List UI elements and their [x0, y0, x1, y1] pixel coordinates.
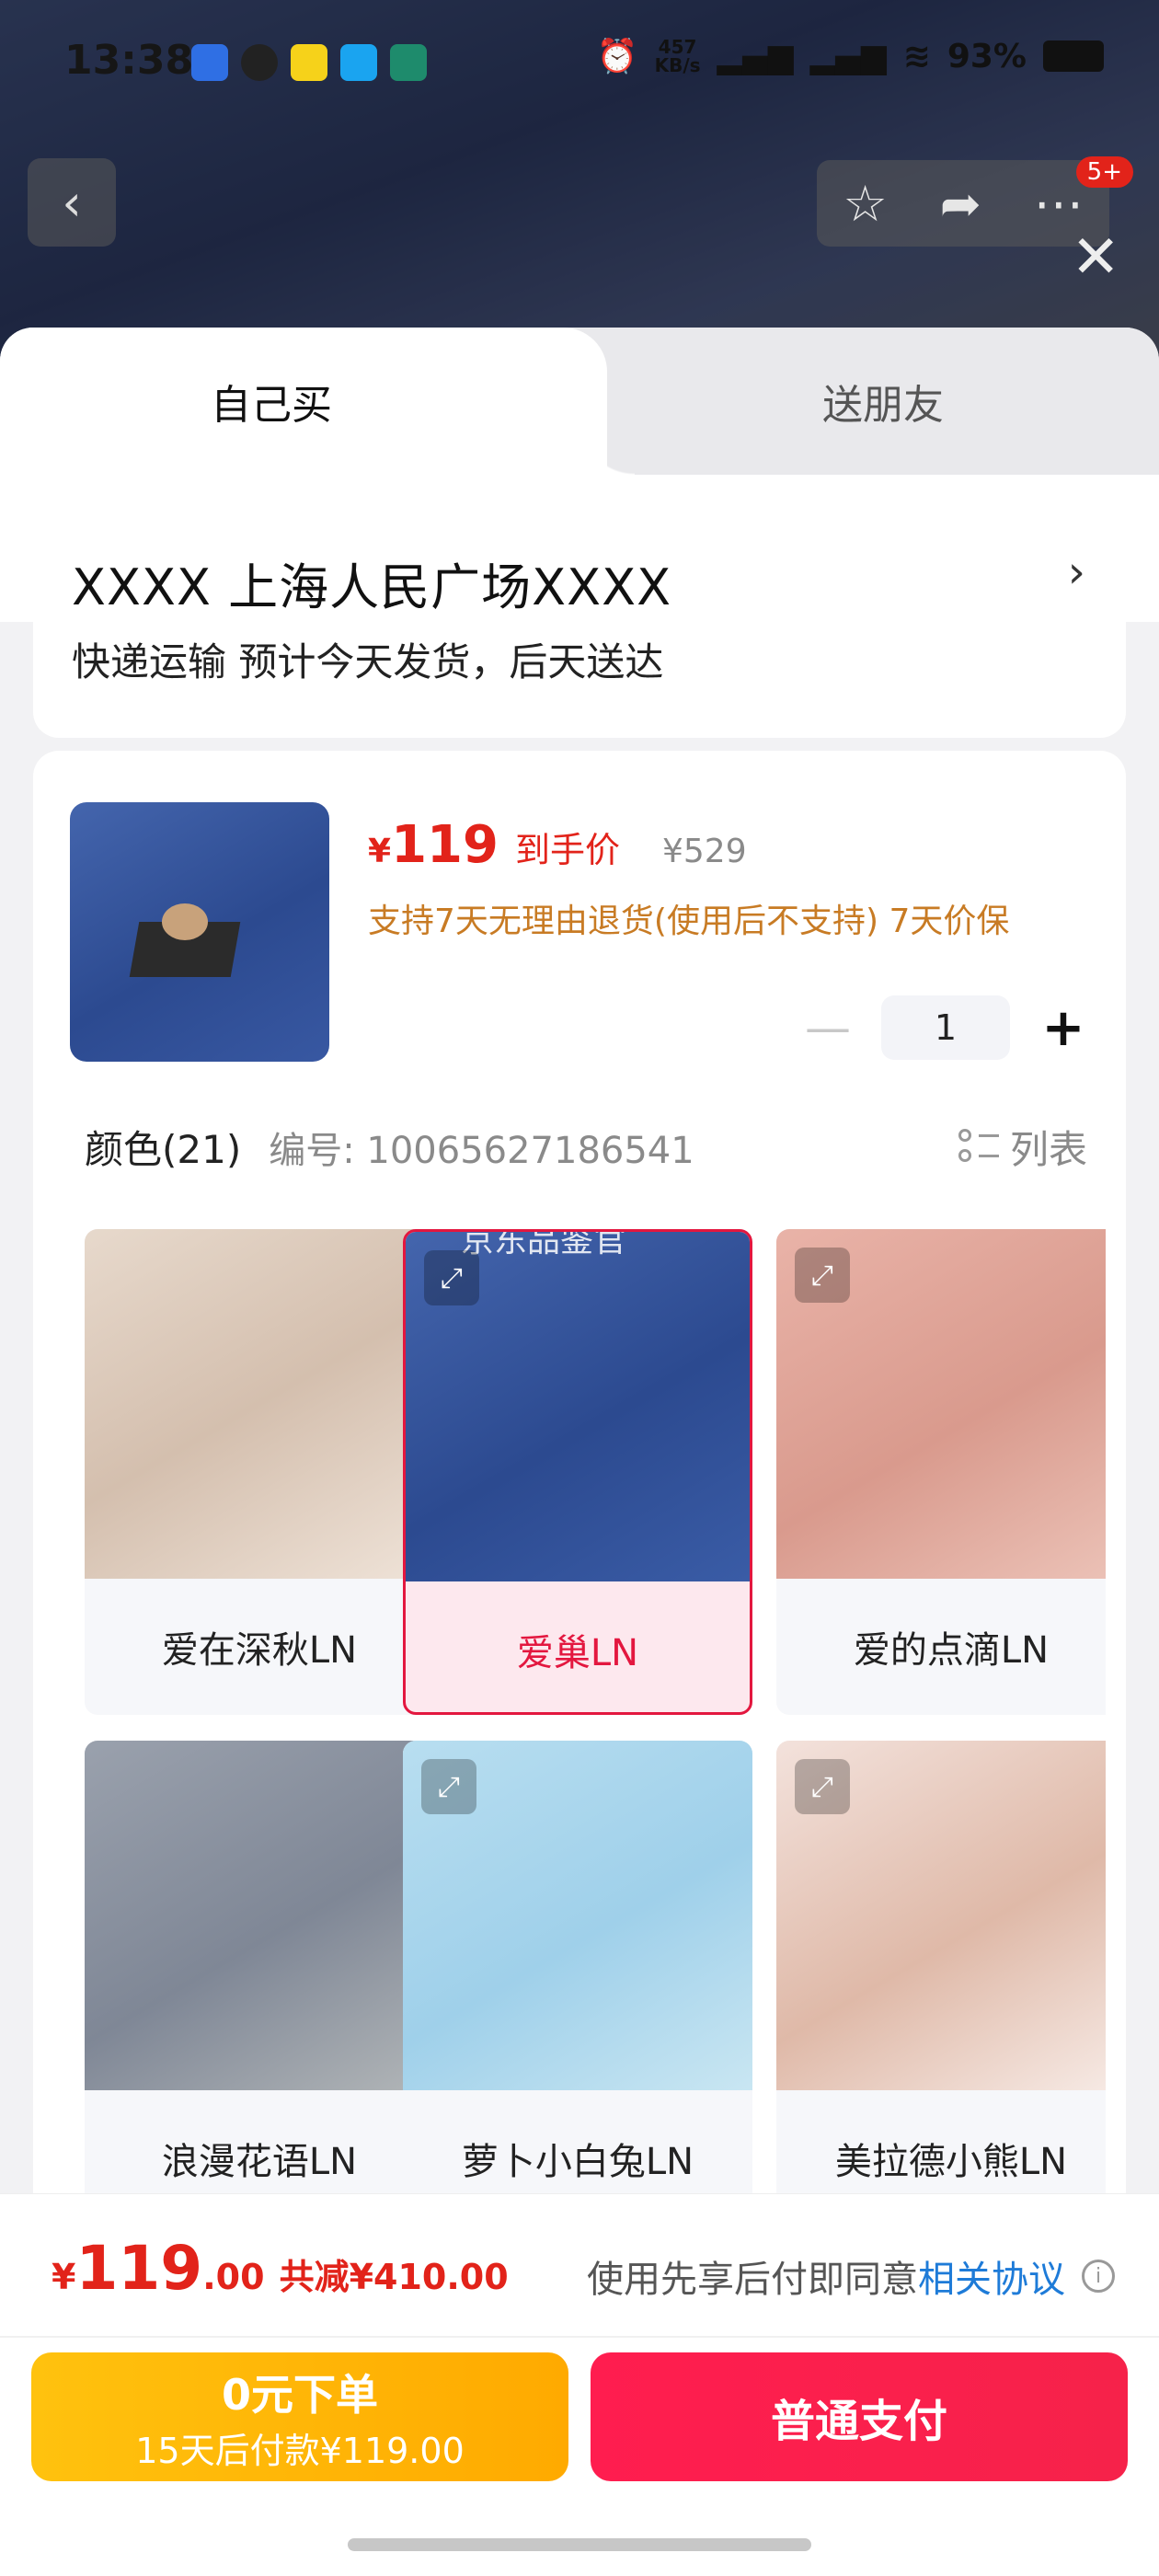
- expand-icon[interactable]: ⤢: [795, 1248, 850, 1303]
- final-price: 119: [391, 815, 499, 875]
- home-indicator[interactable]: [348, 2538, 811, 2551]
- battery-percent: 93%: [947, 37, 1027, 75]
- variant-tile-selected[interactable]: 京东品鉴官 ⤢ 爱巢LN: [403, 1229, 752, 1715]
- purchase-tabs: 自己买 送朋友: [0, 328, 1159, 475]
- variant-image: [85, 1229, 434, 1579]
- header-actions: ☆ ➦ ⋯: [817, 160, 1109, 247]
- tab-gift-to-friend[interactable]: 送朋友: [607, 328, 1159, 475]
- delivery-estimate: 快递运输 预计今天发货，后天送达: [72, 639, 664, 684]
- app-notification-icon: [390, 44, 427, 81]
- notification-icons: [191, 44, 427, 81]
- agreement-notice: 使用先享后付即同意 相关协议 i: [587, 2249, 1115, 2303]
- address-title: XXXX 上海人民广场XXXX: [72, 558, 672, 616]
- app-notification-icon: [191, 44, 228, 81]
- share-icon[interactable]: ➦: [940, 175, 981, 233]
- list-view-toggle[interactable]: 列表: [958, 1119, 1087, 1175]
- status-time: 13:38: [64, 37, 194, 84]
- expand-icon[interactable]: ⤢: [795, 1759, 850, 1814]
- signal-icon: ▂▄▆: [809, 37, 887, 75]
- info-icon[interactable]: i: [1082, 2260, 1115, 2293]
- normal-pay-button[interactable]: 普通支付: [591, 2352, 1128, 2481]
- status-right: ⏰ 457 KB/s ▂▄▆ ▂▄▆ ≋ 93%: [597, 37, 1104, 75]
- wifi-icon: ≋: [902, 37, 931, 75]
- product-thumbnail[interactable]: [70, 802, 329, 1062]
- back-button[interactable]: ‹: [28, 158, 116, 247]
- expand-icon[interactable]: ⤢: [421, 1759, 476, 1814]
- final-price-tag: 到手价: [514, 830, 620, 870]
- plus-icon[interactable]: +: [1038, 998, 1089, 1058]
- product-card: ¥ 119 到手价 ¥529 支持7天无理由退货(使用后不支持) 7天价保 — …: [33, 751, 1126, 2315]
- watermark-text: 京东品鉴官: [461, 1229, 627, 1259]
- tab-buy-for-self[interactable]: 自己买: [0, 328, 635, 475]
- variant-header: 颜色(21) 编号: 10065627186541 列表: [85, 1119, 1087, 1175]
- variant-title: 颜色(21): [85, 1127, 242, 1172]
- variant-image: [85, 1741, 434, 2090]
- list-icon: [958, 1127, 999, 1167]
- close-icon[interactable]: ✕: [1071, 228, 1120, 287]
- agreement-link[interactable]: 相关协议: [918, 2249, 1065, 2303]
- pay-later-button[interactable]: 0元下单 15天后付款¥119.00: [31, 2352, 568, 2481]
- divider: [0, 2336, 1159, 2338]
- variant-tile[interactable]: 爱在深秋LN: [85, 1229, 434, 1715]
- signal-icon: ▂▄▆: [717, 37, 794, 75]
- price-line: ¥ 119 到手价 ¥529: [368, 815, 747, 875]
- net-speed: 457 KB/s: [654, 36, 701, 76]
- app-notification-icon: [291, 44, 327, 81]
- quantity-stepper: — 1 +: [802, 995, 1089, 1060]
- service-promise: 支持7天无理由退货(使用后不支持) 7天价保: [368, 903, 1010, 940]
- favorite-star-icon[interactable]: ☆: [843, 175, 887, 233]
- expand-icon[interactable]: ⤢: [424, 1250, 479, 1305]
- total-saving: 共减¥410.00: [279, 2257, 509, 2297]
- variant-tile[interactable]: ⤢ 美拉德小熊LN: [776, 1741, 1106, 2226]
- chevron-left-icon: ‹: [62, 173, 82, 232]
- variant-tile[interactable]: ⤢ 萝卜小白兔LN: [403, 1741, 752, 2226]
- original-price: ¥529: [661, 833, 747, 870]
- minus-icon[interactable]: —: [802, 1001, 854, 1054]
- total-price: ¥ 119 .00 共减¥410.00: [52, 2233, 509, 2304]
- variant-tile[interactable]: ⤢ 爱的点滴LN: [776, 1229, 1106, 1715]
- checkout-bar: ¥ 119 .00 共减¥410.00 使用先享后付即同意 相关协议 i 0元下…: [0, 2193, 1159, 2576]
- app-notification-icon: [340, 44, 377, 81]
- alarm-icon: ⏰: [596, 38, 638, 75]
- address-card[interactable]: XXXX 上海人民广场XXXX › 快递运输 预计今天发货，后天送达: [33, 493, 1126, 738]
- variant-tile[interactable]: 浪漫花语LN: [85, 1741, 434, 2226]
- product-code: 编号: 10065627186541: [269, 1129, 694, 1172]
- quantity-value[interactable]: 1: [881, 995, 1010, 1060]
- message-badge: 5+: [1075, 156, 1133, 188]
- status-bar: 13:38 ⏰ 457 KB/s ▂▄▆ ▂▄▆ ≋ 93%: [0, 0, 1159, 129]
- battery-icon: [1043, 40, 1104, 72]
- handshake-icon: [241, 44, 278, 81]
- variant-grid: 爱在深秋LN 京东品鉴官 ⤢ 爱巢LN ⤢ 爱的点滴LN 浪漫花语LN ⤢ 萝卜…: [85, 1229, 1106, 2315]
- chevron-right-icon: ›: [1067, 546, 1085, 598]
